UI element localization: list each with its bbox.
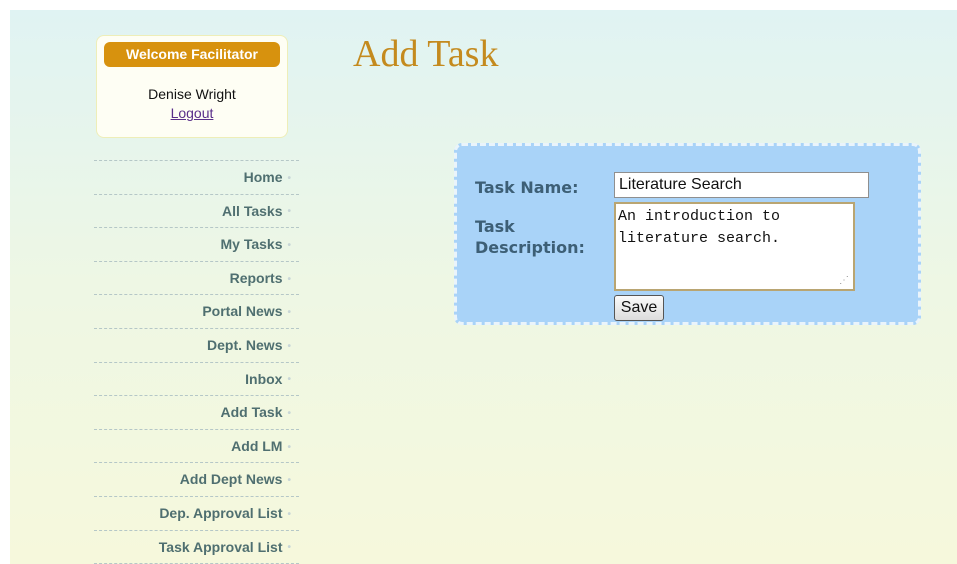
bullet-icon: •: [287, 542, 291, 554]
sidebar-item-add-task[interactable]: Add Task •: [94, 396, 299, 430]
sidebar-item-label: Reports: [229, 269, 283, 286]
bullet-icon: •: [287, 206, 291, 218]
task-description-label: Task Description:: [475, 217, 585, 257]
task-name-input[interactable]: [614, 172, 869, 198]
sidebar-item-label: Dept. News: [207, 336, 283, 353]
bullet-icon: •: [287, 407, 291, 419]
welcome-box: Welcome Facilitator Denise Wright Logout: [96, 35, 288, 138]
sidebar-item-add-dept-news[interactable]: Add Dept News •: [94, 463, 299, 497]
sidebar-item-home[interactable]: Home •: [94, 161, 299, 195]
task-name-label: Task Name:: [475, 178, 579, 197]
save-button[interactable]: Save: [614, 295, 664, 321]
sidebar-item-reports[interactable]: Reports •: [94, 262, 299, 296]
bullet-icon: •: [287, 273, 291, 285]
sidebar-item-label: Add LM: [231, 437, 283, 454]
bullet-icon: •: [287, 307, 291, 319]
sidebar-item-label: All Tasks: [222, 202, 283, 219]
bullet-icon: •: [287, 441, 291, 453]
bullet-icon: •: [287, 172, 291, 184]
welcome-header: Welcome Facilitator: [104, 42, 280, 67]
sidebar-item-label: Dep. Approval List: [159, 504, 283, 521]
bullet-icon: •: [287, 508, 291, 520]
user-name: Denise Wright: [148, 86, 236, 102]
sidebar-item-task-approval-list[interactable]: Task Approval List •: [94, 531, 299, 564]
logout-link[interactable]: Logout: [97, 105, 287, 121]
sidebar-item-label: Inbox: [245, 370, 283, 387]
sidebar-item-portal-news[interactable]: Portal News •: [94, 295, 299, 329]
sidebar-item-dep-approval-list[interactable]: Dep. Approval List •: [94, 497, 299, 531]
bullet-icon: •: [287, 374, 291, 386]
sidebar-item-label: Add Task: [220, 404, 283, 421]
sidebar-item-all-tasks[interactable]: All Tasks •: [94, 195, 299, 229]
sidebar-item-label: Portal News: [202, 303, 283, 320]
sidebar-nav: Home • All Tasks • My Tasks • Reports • Port…: [94, 160, 299, 564]
page-title: Add Task: [353, 33, 499, 75]
sidebar-item-label: My Tasks: [220, 236, 283, 253]
bullet-icon: •: [287, 475, 291, 487]
page: Welcome Facilitator Denise Wright Logout…: [10, 10, 957, 564]
sidebar-item-label: Task Approval List: [158, 538, 283, 555]
bullet-icon: •: [287, 340, 291, 352]
sidebar-item-my-tasks[interactable]: My Tasks •: [94, 228, 299, 262]
sidebar-item-dept-news[interactable]: Dept. News •: [94, 329, 299, 363]
task-description-textarea[interactable]: An introduction to literature search.: [614, 202, 855, 291]
sidebar-item-label: Add Dept News: [179, 471, 283, 488]
add-task-form: Task Name: Task Description: An introduc…: [454, 143, 921, 325]
sidebar-item-inbox[interactable]: Inbox •: [94, 363, 299, 397]
sidebar-item-label: Home: [243, 169, 283, 185]
sidebar-item-add-lm[interactable]: Add LM •: [94, 430, 299, 464]
bullet-icon: •: [287, 239, 291, 251]
